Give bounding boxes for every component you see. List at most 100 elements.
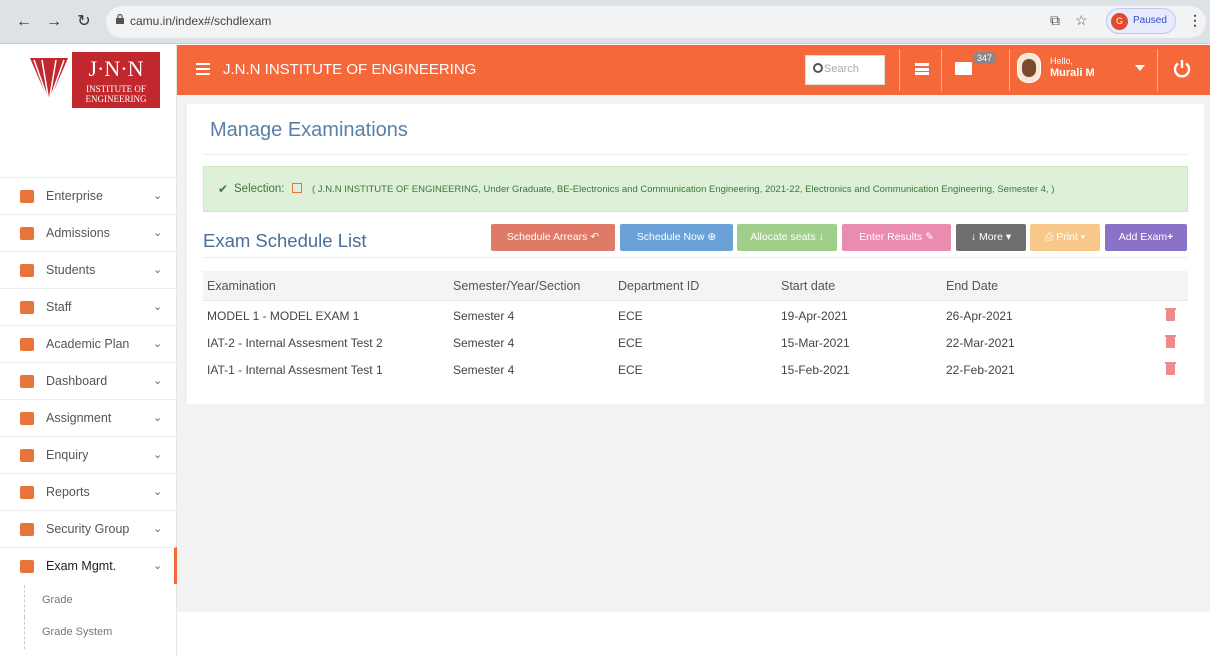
forward-icon[interactable]: →: [44, 12, 64, 32]
search-placeholder: Search: [824, 63, 859, 75]
sidebar-item-label: Academic Plan: [46, 337, 130, 351]
edit-icon: ✎: [925, 231, 934, 243]
table-row[interactable]: IAT-2 - Internal Assesment Test 2 Semest…: [203, 329, 1188, 356]
chevron-down-icon: ⌄: [153, 449, 163, 461]
header-divider: [899, 49, 900, 91]
back-icon[interactable]: ←: [14, 12, 34, 32]
table-row[interactable]: MODEL 1 - MODEL EXAM 1 Semester 4 ECE 19…: [203, 302, 1188, 329]
caret-down-icon[interactable]: [1135, 65, 1145, 71]
header-divider: [1157, 49, 1158, 91]
button-label: Schedule Now: [636, 231, 705, 243]
cell-examination: MODEL 1 - MODEL EXAM 1: [207, 309, 360, 323]
sidebar-item-students[interactable]: Students ⌄: [0, 251, 177, 288]
selection-label: Selection:: [234, 183, 285, 195]
cell-end-date: 22-Mar-2021: [946, 336, 1015, 350]
search-icon: [813, 63, 823, 73]
admissions-icon: [20, 227, 34, 240]
sidebar-item-admissions[interactable]: Admissions ⌄: [0, 214, 177, 251]
column-header-end-date[interactable]: End Date: [946, 279, 998, 293]
sidebar-item-staff[interactable]: Staff ⌄: [0, 288, 177, 325]
exam-mgmt-icon: [20, 560, 34, 573]
column-header-examination[interactable]: Examination: [207, 279, 276, 293]
chevron-down-icon: ⌄: [153, 486, 163, 498]
mail-count-badge: 347: [973, 52, 997, 64]
caret-down-icon: ▾: [1005, 231, 1012, 243]
power-icon[interactable]: [1173, 59, 1191, 79]
sidebar-item-label: Enterprise: [46, 189, 103, 203]
sidebar-item-academic-plan[interactable]: Academic Plan ⌄: [0, 325, 177, 362]
table-row[interactable]: IAT-1 - Internal Assesment Test 1 Semest…: [203, 356, 1188, 383]
plus-icon: +: [1167, 231, 1174, 243]
user-name[interactable]: Murali M: [1050, 67, 1095, 79]
cell-examination: IAT-1 - Internal Assesment Test 1: [207, 363, 383, 377]
schedule-now-button[interactable]: Schedule Now ⊕: [620, 224, 733, 251]
cell-department: ECE: [618, 309, 643, 323]
assignment-icon: [20, 412, 34, 425]
sidebar-item-exam-mgmt[interactable]: Exam Mgmt. ⌄: [0, 547, 177, 584]
header-divider: [1009, 49, 1010, 91]
submenu-item-grade-system[interactable]: Grade System: [24, 617, 197, 649]
cell-department: ECE: [618, 336, 643, 350]
selection-banner: ✔ Selection: ( J.N.N INSTITUTE OF ENGINE…: [203, 166, 1188, 212]
chevron-down-icon: ⌄: [153, 264, 163, 276]
column-header-department[interactable]: Department ID: [618, 279, 699, 293]
submenu-item-grade[interactable]: Grade: [24, 585, 197, 617]
cell-department: ECE: [618, 363, 643, 377]
schedule-arrears-button[interactable]: Schedule Arrears ↶: [491, 224, 615, 251]
logo-title: J·N·N: [89, 56, 144, 81]
pin-icon: ↓: [818, 231, 824, 243]
more-button[interactable]: ↓ More ▾: [956, 224, 1026, 251]
sidebar-item-reports[interactable]: Reports ⌄: [0, 473, 177, 510]
add-exam-button[interactable]: Add Exam+: [1105, 224, 1187, 251]
sidebar-item-security-group[interactable]: Security Group ⌄: [0, 510, 177, 547]
greeting: Hello,: [1050, 56, 1074, 66]
sidebar-item-dashboard[interactable]: Dashboard ⌄: [0, 362, 177, 399]
delete-icon[interactable]: [1165, 362, 1176, 375]
cell-semester: Semester 4: [453, 336, 515, 350]
sidebar-item-assignment[interactable]: Assignment ⌄: [0, 399, 177, 436]
search-input[interactable]: Search: [805, 55, 885, 85]
sidebar-item-enquiry[interactable]: Enquiry ⌄: [0, 436, 177, 473]
cell-end-date: 26-Apr-2021: [946, 309, 1013, 323]
delete-icon[interactable]: [1165, 308, 1176, 321]
chevron-down-icon: ⌄: [153, 227, 163, 239]
hamburger-menu-icon[interactable]: [196, 63, 210, 75]
profile-paused-button[interactable]: G Paused: [1106, 8, 1176, 34]
reports-icon: [20, 486, 34, 499]
list-divider: [203, 257, 1188, 258]
sidebar-item-label: Enquiry: [46, 448, 89, 462]
institute-name: J.N.N INSTITUTE OF ENGINEERING: [223, 61, 477, 78]
cell-start-date: 19-Apr-2021: [781, 309, 848, 323]
submenu-label: Grade System: [42, 626, 113, 638]
button-label: Schedule Arrears: [506, 231, 588, 243]
print-button[interactable]: ⎙ Print ▾: [1030, 224, 1100, 251]
plus-circle-icon: ⊕: [707, 231, 717, 243]
delete-icon[interactable]: [1165, 335, 1176, 348]
button-label: Enter Results: [859, 231, 923, 243]
column-header-semester[interactable]: Semester/Year/Section: [453, 279, 580, 293]
chevron-down-icon: ⌄: [153, 523, 163, 535]
profile-avatar: G: [1111, 13, 1128, 30]
column-header-start-date[interactable]: Start date: [781, 279, 835, 293]
cell-semester: Semester 4: [453, 309, 515, 323]
allocate-seats-button[interactable]: Allocate seats ↓: [737, 224, 837, 251]
kebab-menu-icon[interactable]: ⋮: [1188, 12, 1202, 29]
enter-results-button[interactable]: Enter Results ✎: [842, 224, 951, 251]
cell-start-date: 15-Mar-2021: [781, 336, 850, 350]
mail-icon[interactable]: [955, 62, 972, 75]
top-header: J.N.N INSTITUTE OF ENGINEERING Search 34…: [177, 45, 1210, 95]
reload-icon[interactable]: ↻: [74, 12, 94, 32]
url-text[interactable]: camu.in/index#/schdlexam: [130, 14, 271, 28]
share-icon[interactable]: ⧉: [1050, 12, 1060, 29]
sidebar-item-enterprise[interactable]: Enterprise ⌄: [0, 177, 177, 214]
bookmark-star-icon[interactable]: ☆: [1075, 12, 1088, 29]
chevron-down-icon: ⌄: [153, 190, 163, 202]
edit-icon[interactable]: [292, 183, 302, 193]
sidebar-item-label: Exam Mgmt.: [46, 559, 117, 573]
print-icon: ⎙: [1044, 231, 1054, 243]
sidebar-item-label: Dashboard: [46, 374, 108, 388]
avatar[interactable]: [1017, 53, 1041, 83]
lock-icon: [116, 14, 124, 24]
list-icon[interactable]: [915, 63, 929, 75]
page-title: Manage Examinations: [210, 119, 408, 141]
